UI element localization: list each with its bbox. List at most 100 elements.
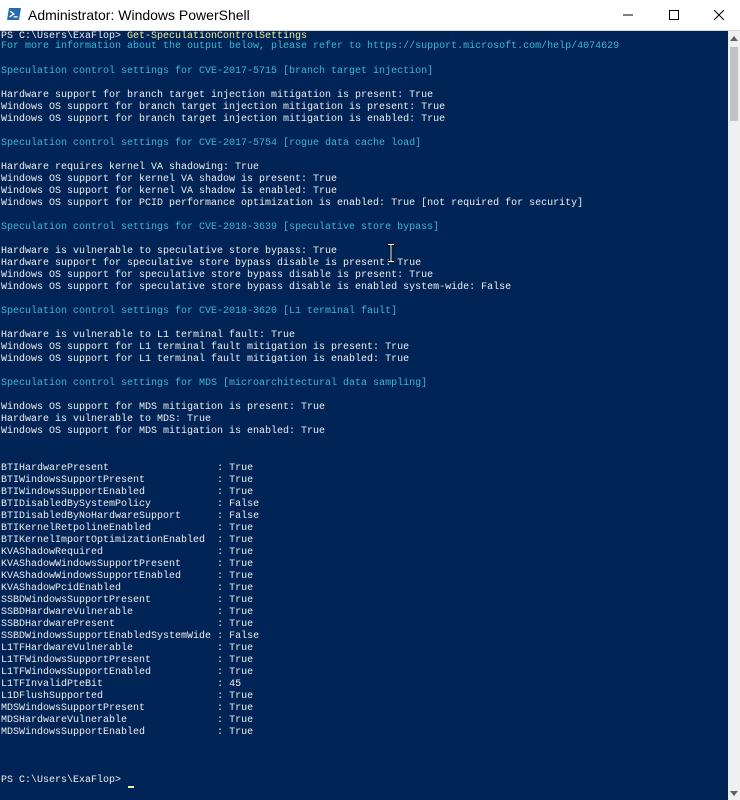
- property-separator: :: [217, 475, 230, 486]
- vertical-scrollbar[interactable]: [728, 31, 740, 800]
- property-separator: :: [217, 535, 230, 546]
- property-padding: [151, 655, 217, 666]
- info-line: For more information about the output be…: [1, 41, 620, 52]
- property-name: BTIWindowsSupportPresent: [1, 475, 146, 486]
- property-name: SSBDWindowsSupportEnabledSystemWide: [1, 631, 212, 642]
- property-value: False: [229, 511, 260, 522]
- output-line: Windows OS support for branch target inj…: [1, 102, 446, 113]
- prompt-line: PS C:\Users\ExaFlop>: [1, 775, 127, 787]
- console-output[interactable]: PS C:\Users\ExaFlop> Get-SpeculationCont…: [0, 31, 728, 800]
- section-header: Speculation control settings for CVE-201…: [1, 138, 422, 149]
- property-value: True: [229, 547, 254, 558]
- text-cursor: [128, 786, 134, 788]
- property-name: SSBDHardwareVulnerable: [1, 607, 134, 618]
- property-name: BTIKernelImportOptimizationEnabled: [1, 535, 206, 546]
- property-value: True: [229, 571, 254, 582]
- property-value: 45: [229, 679, 242, 690]
- close-button[interactable]: [697, 0, 740, 30]
- property-row: BTIHardwarePresent : True: [1, 463, 253, 475]
- property-separator: :: [217, 619, 230, 630]
- property-name: L1TFInvalidPteBit: [1, 679, 104, 690]
- property-name: BTIDisabledByNoHardwareSupport: [1, 511, 182, 522]
- property-row: MDSHardwareVulnerable : True: [1, 715, 253, 727]
- property-value: True: [229, 691, 254, 702]
- property-row: BTIDisabledBySystemPolicy : False: [1, 499, 259, 511]
- scroll-down-button[interactable]: [728, 786, 740, 800]
- property-padding: [103, 547, 217, 558]
- property-separator: :: [217, 643, 230, 654]
- property-padding: [115, 619, 217, 630]
- property-padding: [145, 475, 217, 486]
- property-value: True: [229, 523, 254, 534]
- property-padding: [151, 595, 217, 606]
- powershell-icon: [7, 8, 21, 20]
- output-line: Windows OS support for PCID performance …: [1, 198, 584, 209]
- property-row: L1TFWindowsSupportPresent : True: [1, 655, 253, 667]
- property-separator: :: [217, 595, 230, 606]
- minimize-button[interactable]: [605, 0, 651, 30]
- output-line: Windows OS support for MDS mitigation is…: [1, 426, 326, 437]
- output-line: Hardware is vulnerable to speculative st…: [1, 246, 338, 257]
- property-value: False: [229, 631, 260, 642]
- property-name: BTIKernelRetpolineEnabled: [1, 523, 152, 534]
- output-line: Windows OS support for L1 terminal fault…: [1, 354, 410, 365]
- property-separator: :: [217, 679, 230, 690]
- property-separator: :: [217, 559, 230, 570]
- property-row: MDSWindowsSupportEnabled : True: [1, 727, 253, 739]
- output-line: Windows OS support for speculative store…: [1, 270, 434, 281]
- output-line: Windows OS support for L1 terminal fault…: [1, 342, 410, 353]
- property-separator: :: [217, 571, 230, 582]
- property-value: True: [229, 463, 254, 474]
- property-name: MDSWindowsSupportEnabled: [1, 727, 146, 738]
- property-value: True: [229, 655, 254, 666]
- chevron-down-icon: [730, 790, 738, 796]
- property-row: BTIDisabledByNoHardwareSupport : False: [1, 511, 259, 523]
- output-line: Hardware is vulnerable to L1 terminal fa…: [1, 330, 296, 341]
- property-separator: :: [217, 667, 230, 678]
- property-value: True: [229, 559, 254, 570]
- output-line: Windows OS support for kernel VA shadow …: [1, 174, 338, 185]
- property-padding: [133, 643, 217, 654]
- property-row: BTIWindowsSupportEnabled : True: [1, 487, 253, 499]
- scroll-up-button[interactable]: [728, 31, 740, 45]
- close-icon: [713, 10, 724, 20]
- property-padding: [181, 511, 217, 522]
- property-value: True: [229, 607, 254, 618]
- property-separator: :: [217, 691, 230, 702]
- property-row: SSBDWindowsSupportEnabledSystemWide : Fa…: [1, 631, 259, 643]
- property-separator: :: [217, 523, 230, 534]
- property-separator: :: [217, 499, 230, 510]
- property-row: BTIWindowsSupportPresent : True: [1, 475, 253, 487]
- property-value: True: [229, 727, 254, 738]
- chevron-up-icon: [730, 35, 738, 41]
- scrollbar-thumb[interactable]: [730, 47, 738, 121]
- property-padding: [151, 499, 217, 510]
- output-line: Windows OS support for speculative store…: [1, 282, 512, 293]
- maximize-icon: [669, 10, 679, 20]
- property-name: L1DFlushSupported: [1, 691, 104, 702]
- title-bar[interactable]: Administrator: Windows PowerShell: [0, 0, 740, 31]
- property-separator: :: [217, 727, 230, 738]
- property-value: True: [229, 619, 254, 630]
- section-header: Speculation control settings for MDS [mi…: [1, 378, 428, 389]
- minimize-icon: [623, 14, 633, 16]
- property-value: True: [229, 715, 254, 726]
- property-name: KVAShadowRequired: [1, 547, 104, 558]
- property-padding: [145, 727, 217, 738]
- window-title: Administrator: Windows PowerShell: [28, 7, 250, 23]
- property-value: True: [229, 583, 254, 594]
- property-padding: [127, 715, 217, 726]
- property-row: SSBDHardwarePresent : True: [1, 619, 253, 631]
- property-name: MDSHardwareVulnerable: [1, 715, 128, 726]
- property-row: BTIKernelRetpolineEnabled : True: [1, 523, 253, 535]
- property-row: SSBDHardwareVulnerable : True: [1, 607, 253, 619]
- property-separator: :: [217, 703, 230, 714]
- property-row: KVAShadowWindowsSupportEnabled : True: [1, 571, 253, 583]
- property-value: True: [229, 595, 254, 606]
- property-separator: :: [217, 607, 230, 618]
- output-line: Hardware support for branch target injec…: [1, 90, 434, 101]
- section-header: Speculation control settings for CVE-201…: [1, 306, 398, 317]
- property-name: BTIHardwarePresent: [1, 463, 110, 474]
- maximize-button[interactable]: [651, 0, 697, 30]
- property-row: BTIKernelImportOptimizationEnabled : Tru…: [1, 535, 253, 547]
